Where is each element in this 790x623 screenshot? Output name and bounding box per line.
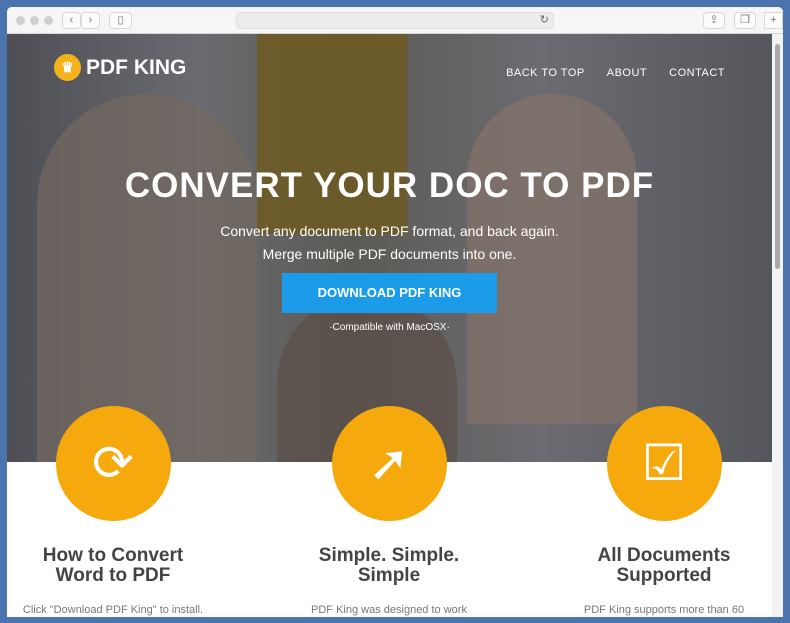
tabs-icon[interactable]: ❐ (734, 12, 756, 29)
logo[interactable]: ♛ PDF KING (54, 54, 186, 81)
hero-section: ♛ PDF KING BACK TO TOP ABOUT CONTACT CONV… (7, 34, 772, 462)
logo-text: PDF KING (86, 55, 187, 79)
feature-desc: PDF King supports more than 60 different… (583, 604, 745, 616)
nav-back-to-top[interactable]: BACK TO TOP (506, 67, 585, 79)
feature-card: ➚ Simple. Simple. Simple PDF King was de… (274, 406, 504, 617)
hero-subtitle-2: Merge multiple PDF documents into one. (262, 246, 517, 262)
reload-icon[interactable]: ↻ (540, 13, 549, 28)
top-nav: BACK TO TOP ABOUT CONTACT (506, 67, 725, 79)
nav-about[interactable]: ABOUT (607, 67, 647, 79)
download-button[interactable]: DOWNLOAD PDF KING (282, 273, 497, 313)
zoom-window-button[interactable] (44, 16, 53, 25)
feature-title: How to Convert Word to PDF (42, 545, 184, 586)
scrollbar-thumb[interactable] (775, 44, 780, 269)
minimize-window-button[interactable] (30, 16, 39, 25)
refresh-icon: ⟳ (55, 406, 171, 521)
address-bar[interactable]: ↻ (236, 12, 554, 29)
new-tab-button[interactable]: + (764, 12, 783, 29)
share-icon[interactable]: ⇪ (703, 12, 725, 29)
scrollbar[interactable] (772, 34, 783, 617)
feature-card: ☑ All Documents Supported PDF King suppo… (549, 406, 772, 617)
back-icon[interactable]: ‹ (62, 12, 81, 29)
compatibility-note: ·Compatible with MacOSX· (329, 322, 450, 333)
feature-desc: Click "Download PDF King" to install. On… (22, 604, 204, 616)
hero-subtitle-1: Convert any document to PDF format, and … (220, 223, 559, 239)
lion-icon: ♛ (54, 54, 81, 81)
feature-desc: PDF King was designed to work hassle fre… (311, 604, 467, 616)
web-page: ♛ PDF KING BACK TO TOP ABOUT CONTACT CONV… (7, 34, 772, 617)
hero-title: CONVERT YOUR DOC TO PDF (124, 166, 655, 205)
browser-toolbar: ‹ › ▯ ↻ ⇪ ❐ + (7, 7, 783, 34)
cursor-click-icon: ➚ (331, 406, 447, 521)
browser-window: ‹ › ▯ ↻ ⇪ ❐ + ♛ PDF KING BACK TO TOP ABOU… (7, 7, 783, 617)
feature-title: All Documents Supported (597, 545, 731, 586)
nav-contact[interactable]: CONTACT (669, 67, 725, 79)
feature-title: Simple. Simple. Simple (318, 545, 460, 586)
sidebar-icon[interactable]: ▯ (109, 12, 132, 29)
forward-icon[interactable]: › (81, 12, 100, 29)
feature-card: ⟳ How to Convert Word to PDF Click "Down… (7, 406, 228, 617)
close-window-button[interactable] (16, 16, 25, 25)
documents-check-icon: ☑ (606, 406, 722, 521)
